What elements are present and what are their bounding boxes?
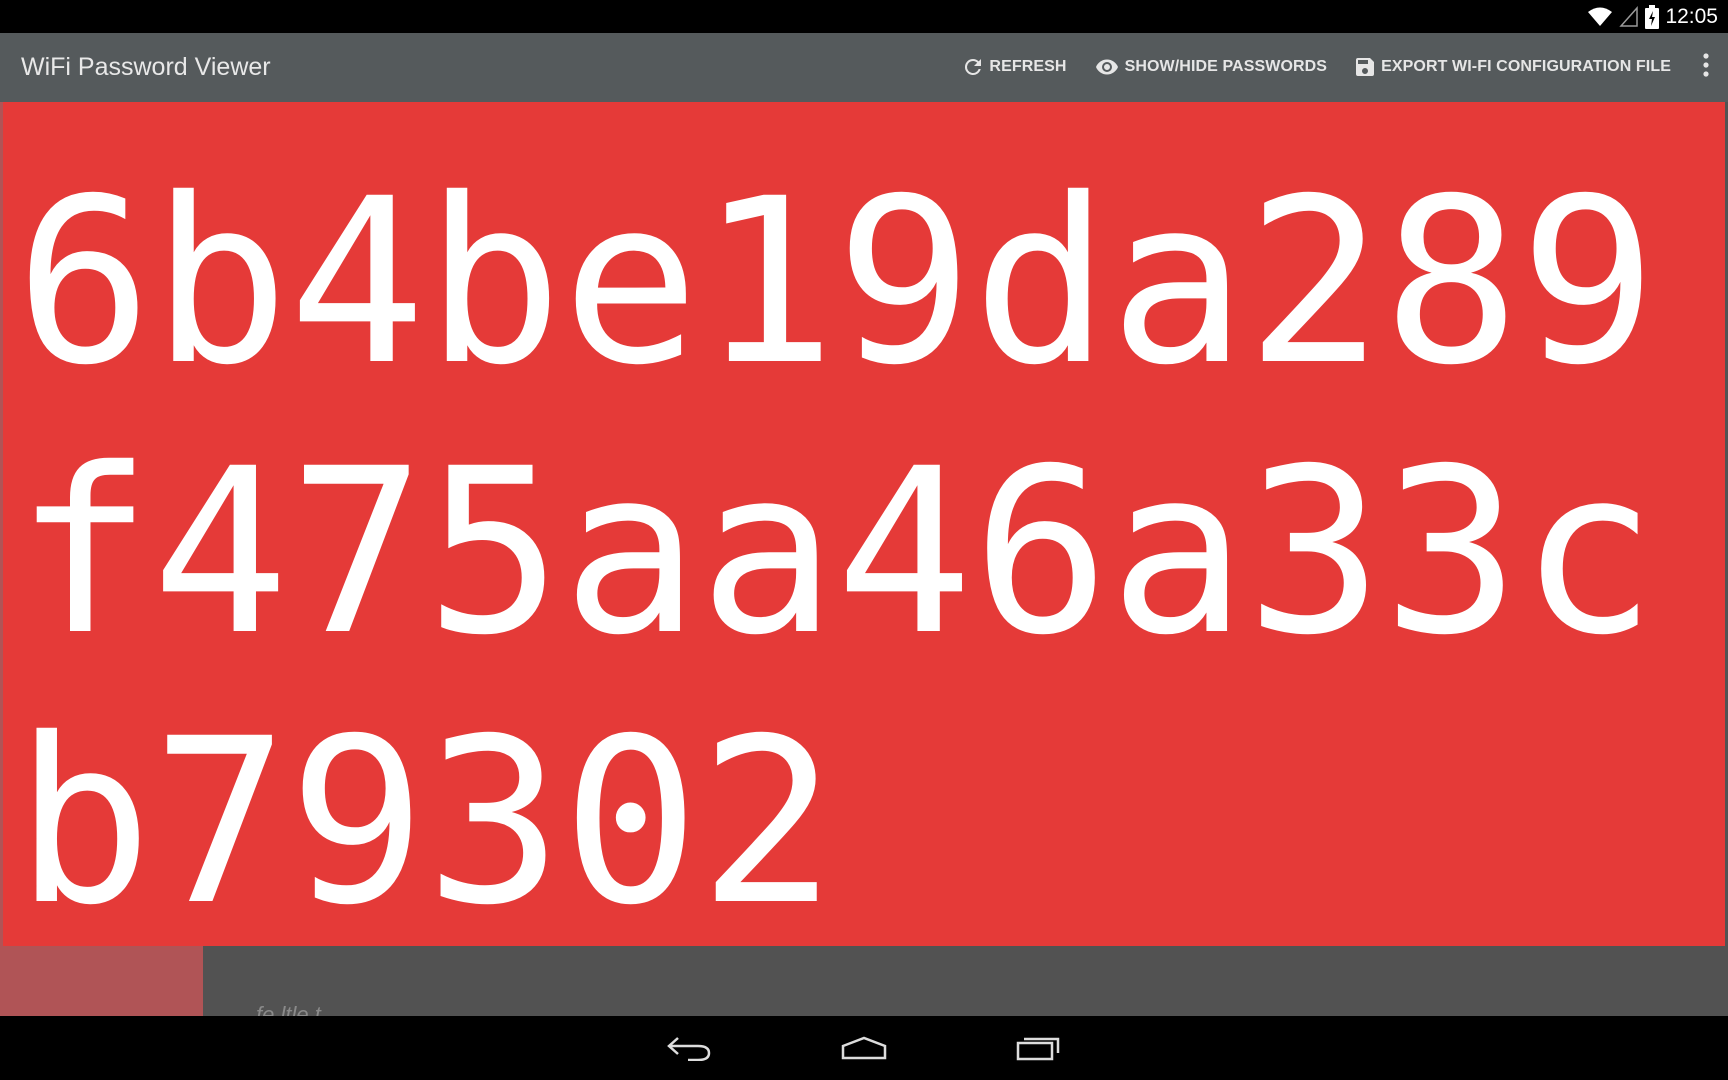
export-config-button[interactable]: EXPORT WI-FI CONFIGURATION FILE bbox=[1340, 37, 1684, 97]
navigation-bar bbox=[0, 1016, 1728, 1080]
recents-button[interactable] bbox=[994, 1016, 1084, 1080]
recents-icon bbox=[1016, 1035, 1062, 1061]
save-icon bbox=[1353, 55, 1377, 79]
action-items: REFRESH SHOW/HIDE PASSWORDS EXPORT WI-FI… bbox=[948, 24, 1728, 110]
back-button[interactable] bbox=[644, 1016, 734, 1080]
password-text: 6b4be19da289f475aa46a33cb79302 bbox=[15, 149, 1657, 955]
export-config-label: EXPORT WI-FI CONFIGURATION FILE bbox=[1381, 58, 1671, 75]
action-bar: WiFi Password Viewer REFRESH SHOW/HIDE P… bbox=[0, 33, 1728, 102]
back-icon bbox=[666, 1035, 712, 1061]
refresh-button[interactable]: REFRESH bbox=[948, 37, 1079, 97]
app-title: WiFi Password Viewer bbox=[21, 53, 271, 81]
eye-icon bbox=[1093, 55, 1121, 79]
password-overlay[interactable]: 6b4be19da289f475aa46a33cb79302 bbox=[3, 102, 1725, 955]
home-icon bbox=[840, 1036, 888, 1060]
show-hide-passwords-label: SHOW/HIDE PASSWORDS bbox=[1124, 58, 1328, 75]
overflow-menu-button[interactable] bbox=[1684, 37, 1728, 97]
show-hide-passwords-button[interactable]: SHOW/HIDE PASSWORDS bbox=[1080, 37, 1341, 97]
more-vert-icon bbox=[1702, 52, 1710, 83]
refresh-label: REFRESH bbox=[989, 58, 1067, 75]
screen: 12:05 WiFi Password Viewer REFRESH SHOW/… bbox=[0, 0, 1728, 1080]
home-button[interactable] bbox=[819, 1016, 909, 1080]
refresh-icon bbox=[961, 55, 985, 79]
